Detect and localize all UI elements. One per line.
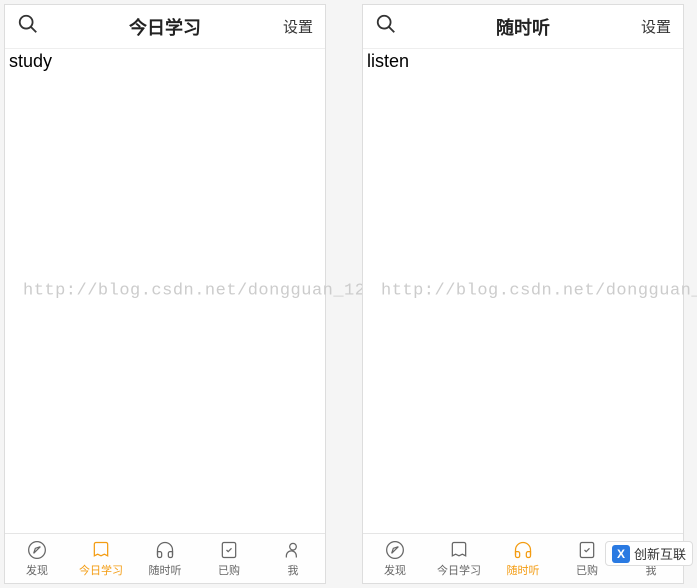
check-icon	[218, 539, 240, 561]
logo-text: 创新互联	[634, 544, 686, 563]
tab-label: 今日学习	[79, 562, 123, 578]
content-area: listen http://blog.csdn.net/dongguan_123	[363, 49, 683, 533]
user-icon	[282, 539, 304, 561]
book-icon	[90, 539, 112, 561]
tab-label: 随时听	[149, 562, 182, 578]
search-icon[interactable]	[17, 13, 39, 40]
book-icon	[448, 539, 470, 561]
headphones-icon	[154, 539, 176, 561]
tab-label: 我	[288, 562, 299, 578]
logo-badge-icon: X	[612, 545, 630, 563]
check-icon	[576, 539, 598, 561]
content-text: listen	[367, 51, 679, 72]
compass-icon	[26, 539, 48, 561]
tab-label: 已购	[218, 562, 240, 578]
tab-listen[interactable]: 随时听	[491, 534, 555, 583]
compass-icon	[384, 539, 406, 561]
phone-screen-2: 随时听 设置 listen http://blog.csdn.net/dongg…	[362, 4, 684, 584]
page-title: 随时听	[496, 14, 550, 40]
phone-screen-1: 今日学习 设置 study http://blog.csdn.net/dongg…	[4, 4, 326, 584]
watermark-text: http://blog.csdn.net/dongguan_123	[5, 282, 325, 301]
tab-purchased[interactable]: 已购	[197, 534, 261, 583]
settings-button[interactable]: 设置	[641, 16, 671, 37]
tab-discover[interactable]: 发现	[363, 534, 427, 583]
tab-listen[interactable]: 随时听	[133, 534, 197, 583]
tab-label: 发现	[384, 562, 406, 578]
header: 今日学习 设置	[5, 5, 325, 49]
tab-bar: 发现 今日学习 随时听 已购 我	[5, 533, 325, 583]
tab-label: 今日学习	[437, 562, 481, 578]
watermark-text: http://blog.csdn.net/dongguan_123	[363, 282, 683, 301]
tab-study[interactable]: 今日学习	[69, 534, 133, 583]
logo-overlay: X 创新互联	[605, 541, 693, 566]
content-area: study http://blog.csdn.net/dongguan_123	[5, 49, 325, 533]
content-text: study	[9, 51, 321, 72]
tab-label: 发现	[26, 562, 48, 578]
page-title: 今日学习	[129, 14, 201, 40]
headphones-icon	[512, 539, 534, 561]
tab-label: 随时听	[507, 562, 540, 578]
tab-study[interactable]: 今日学习	[427, 534, 491, 583]
settings-button[interactable]: 设置	[283, 16, 313, 37]
search-icon[interactable]	[375, 13, 397, 40]
tab-label: 已购	[576, 562, 598, 578]
tab-discover[interactable]: 发现	[5, 534, 69, 583]
header: 随时听 设置	[363, 5, 683, 49]
tab-me[interactable]: 我	[261, 534, 325, 583]
